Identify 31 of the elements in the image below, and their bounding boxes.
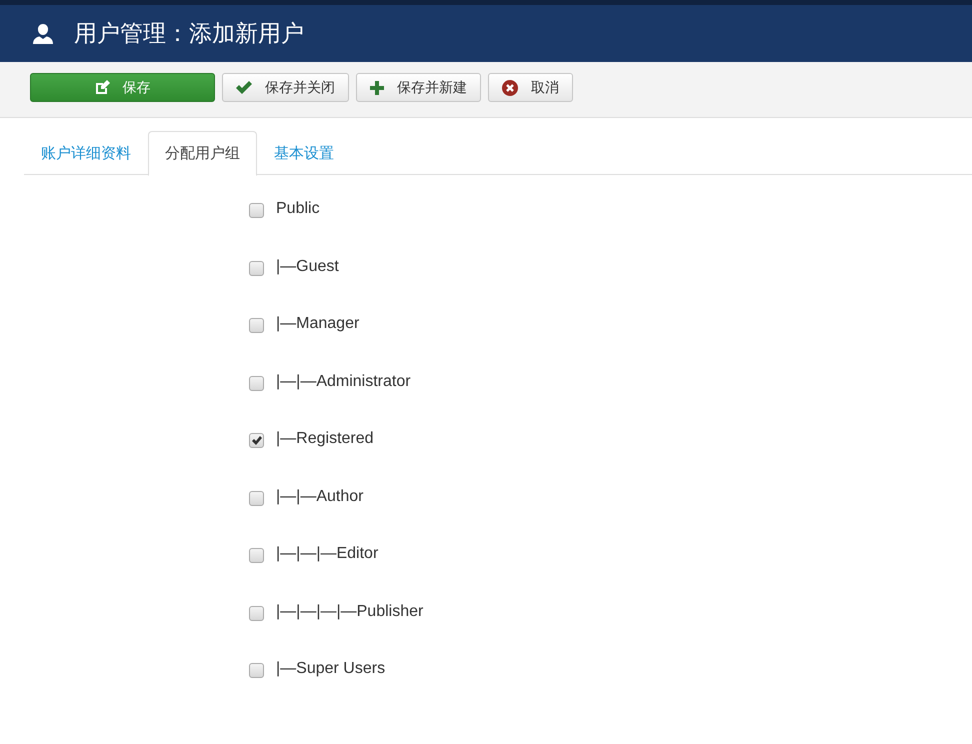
checkbox[interactable] [249, 203, 264, 218]
checkbox[interactable] [249, 490, 264, 506]
save-new-button[interactable]: 保存并新建 [356, 73, 481, 102]
tab[interactable]: 账户详细资料 [24, 131, 148, 175]
cancel-icon [502, 80, 518, 96]
group-label: |—Super Users [276, 660, 386, 678]
checkbox[interactable] [249, 663, 264, 678]
plus-icon [370, 80, 384, 94]
tab[interactable]: 分配用户组 [148, 131, 257, 176]
checkbox[interactable] [249, 376, 264, 390]
save-close-button[interactable]: 保存并关闭 [222, 73, 349, 102]
group-label: |—Guest [276, 258, 339, 276]
user-icon [32, 22, 54, 44]
group-label: |—|—Author [276, 488, 364, 506]
group-label: Public [276, 200, 320, 218]
cancel-button[interactable]: 取消 [488, 73, 573, 102]
checkbox[interactable] [249, 548, 264, 563]
checkmark-icon [236, 80, 252, 94]
checkbox[interactable] [249, 606, 264, 620]
group-label: |—Registered [276, 430, 374, 448]
checkbox[interactable] [249, 260, 264, 276]
tab[interactable]: 基本设置 [257, 131, 351, 175]
group-label: |—Manager [276, 315, 360, 333]
edit-icon [94, 80, 110, 95]
group-label: |—|—|—Editor [276, 545, 378, 563]
save-button[interactable]: 保存 [30, 73, 215, 102]
group-label: |—|—Administrator [276, 372, 411, 390]
checkbox[interactable] [249, 318, 264, 333]
page-title: 用户管理：添加新用户 [74, 20, 304, 49]
group-label: |—|—|—|—Publisher [276, 602, 424, 620]
checkbox[interactable] [249, 433, 264, 448]
